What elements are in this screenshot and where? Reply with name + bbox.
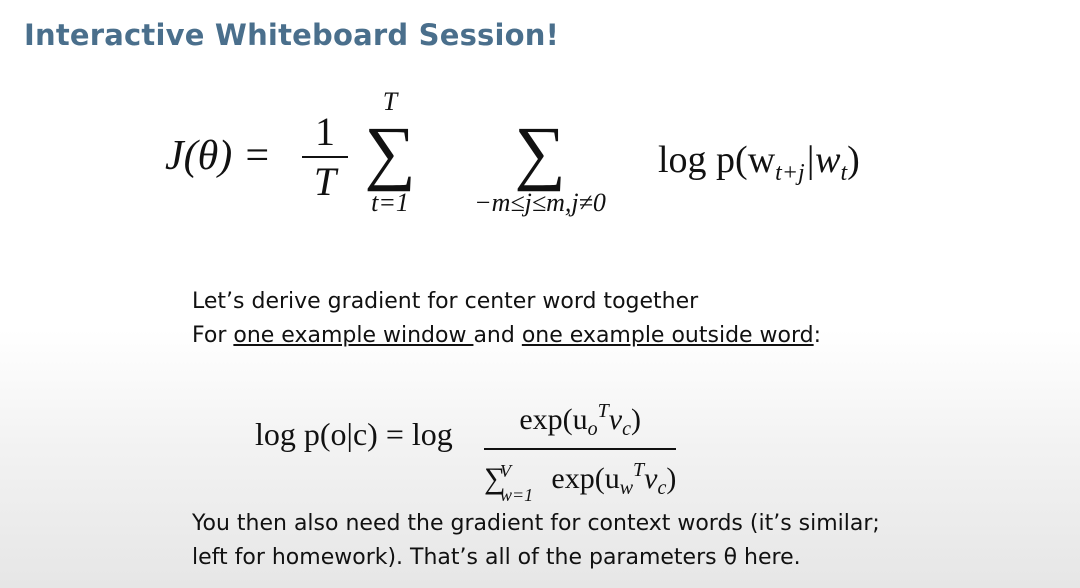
fraction-bar bbox=[302, 156, 348, 158]
sigma-symbol: ∑ bbox=[364, 112, 416, 192]
objective-lhs: J(θ) = bbox=[165, 133, 272, 179]
note-line-1: You then also need the gradient for cont… bbox=[192, 511, 880, 536]
sigma-symbol: ∑ bbox=[514, 112, 566, 192]
slide: Interactive Whiteboard Session! J(θ) = 1… bbox=[0, 0, 1080, 588]
underlined-phrase-outside-word: one example outside word bbox=[521, 323, 814, 348]
softmax-denominator: ∑ Vw=1 exp(uwTvc) bbox=[484, 459, 677, 505]
softmax-fraction: exp(uoTvc) ∑ Vw=1 exp(uwTvc) bbox=[484, 394, 677, 506]
fraction-numerator: 1 bbox=[315, 109, 335, 154]
instruction-line-2: For one example window and one example o… bbox=[192, 323, 822, 348]
note-line-2: left for homework). That’s all of the pa… bbox=[192, 545, 801, 570]
objective-fraction: 1 T bbox=[300, 110, 350, 204]
sum-over-t: T ∑ t=1 bbox=[355, 88, 425, 218]
objective-term: log p(wt+j|wt) bbox=[658, 139, 860, 186]
sigma-symbol: ∑ Vw=1 bbox=[484, 461, 534, 505]
underlined-phrase-window: one example window bbox=[233, 323, 474, 348]
sum-lower-limit: t=1 bbox=[371, 188, 409, 217]
fraction-denominator: T bbox=[313, 159, 337, 204]
instruction-line-1: Let’s derive gradient for center word to… bbox=[192, 289, 699, 314]
fraction-bar bbox=[484, 448, 677, 450]
sum-lower-limit: −m≤j≤m,j≠0 bbox=[474, 188, 606, 217]
slide-title: Interactive Whiteboard Session! bbox=[24, 18, 560, 52]
sum-over-j: ∑ −m≤j≤m,j≠0 bbox=[425, 116, 655, 218]
softmax-lhs: log p(o|c) = log bbox=[255, 416, 453, 452]
softmax-numerator: exp(uoTvc) bbox=[519, 400, 642, 440]
